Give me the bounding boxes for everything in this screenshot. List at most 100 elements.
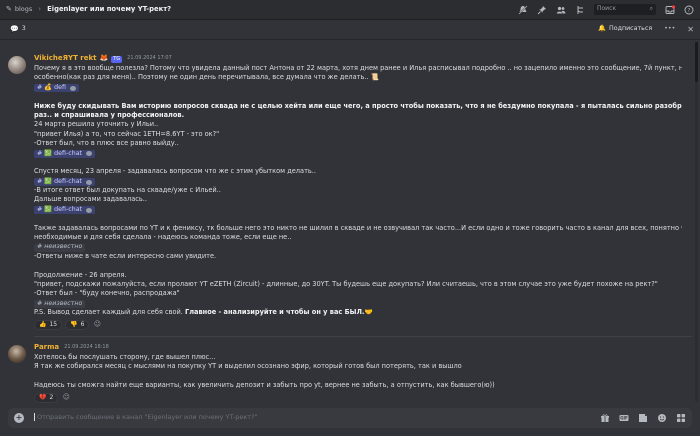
mention-line: # 💹 defi-chat xyxy=(34,149,682,158)
reaction-broken-heart[interactable]: 💔 2 xyxy=(34,393,59,404)
more-options-icon[interactable]: ••• xyxy=(664,25,675,34)
message-text: Также задавалась вопросами по YT и к фен… xyxy=(34,223,682,232)
avatar[interactable] xyxy=(8,345,26,363)
chat-bubble-icon xyxy=(86,179,93,185)
apps-icon[interactable] xyxy=(676,413,686,423)
avatar[interactable] xyxy=(8,56,26,74)
money-emoji-icon: 💰 xyxy=(44,83,53,91)
subscribe-button[interactable]: 🔔 Подписаться xyxy=(598,25,652,34)
search-placeholder: Поиск xyxy=(597,5,617,13)
reaction-thumbs-down[interactable]: 👎 6 xyxy=(65,320,90,331)
add-reaction-icon[interactable]: ☺ xyxy=(61,393,71,403)
message-text: особенно(как раз для меня).. Поэтому не … xyxy=(34,73,682,82)
message-input[interactable]: Отправить сообщение в канал "Eigenlayer … xyxy=(34,413,600,422)
members-icon[interactable] xyxy=(556,5,566,15)
channel-mention-unknown[interactable]: # неизвестно xyxy=(34,243,86,252)
message-text: Хотелось бы послушать сторону, где вышел… xyxy=(34,353,216,361)
chat-bubble-icon xyxy=(86,207,93,213)
mute-bell-icon[interactable] xyxy=(518,5,528,15)
message-text: Дальше вопросами задавалась.. xyxy=(34,195,147,204)
close-icon[interactable]: ✕ xyxy=(687,24,694,35)
mention-label: defi-chat xyxy=(54,205,83,213)
message-text: Спустя месяц, 23 апреля - задавалась воп… xyxy=(34,167,316,176)
inbox-icon[interactable] xyxy=(665,4,675,15)
mention-label: defi-chat xyxy=(54,177,83,185)
scrollbar-track[interactable] xyxy=(695,42,698,402)
threads-icon[interactable] xyxy=(575,5,585,15)
message-text: P.S. Вывод сделает каждый для себя свой.… xyxy=(34,308,682,317)
mention-label: defi xyxy=(54,83,66,91)
mention-line: # 💹 defi-chat xyxy=(34,177,682,187)
broken-heart-icon: 💔 xyxy=(39,393,47,401)
reaction-count: 15 xyxy=(49,320,58,328)
scroll-emoji-icon: 📜 xyxy=(370,73,379,82)
mention-label: defi-chat xyxy=(54,149,83,157)
message-text: Надеюсь ты сможга найти еще варианты, ка… xyxy=(34,381,495,390)
hash-icon: # xyxy=(37,205,43,213)
message-text-bold: Ниже буду скидывать Вам историю вопросов… xyxy=(34,101,682,110)
help-icon[interactable]: ? xyxy=(684,5,694,15)
mention-line: # 💹 defi-chat xyxy=(34,205,682,215)
hash-icon: # xyxy=(37,299,43,307)
message-divider xyxy=(34,336,692,337)
svg-text:GIF: GIF xyxy=(620,416,628,421)
thread-title: Eigenlayer или почему YT-рект? xyxy=(47,4,172,13)
chart-emoji-icon: 💹 xyxy=(44,177,53,185)
message-text: -Ответ был, что в плюс все равно выйду.. xyxy=(34,139,179,148)
message-content: VikicheЯYT rekt 🦊 TG 21.09.2024 17:07 По… xyxy=(34,54,682,331)
message-text-bold: раз.. и спрашивала у профессионалов. xyxy=(34,110,185,119)
mention-line: # неизвестно xyxy=(34,242,682,252)
emoji-picker-icon[interactable] xyxy=(657,413,667,423)
breadcrumb-channel[interactable]: blogs xyxy=(15,5,32,14)
message-text-span: особенно(как раз для меня).. Поэтому не … xyxy=(34,73,369,82)
upload-plus-icon[interactable]: + xyxy=(14,413,24,423)
search-icon: ⌕ xyxy=(649,5,653,13)
thumbs-up-icon: 👍 xyxy=(39,320,47,328)
pin-icon[interactable] xyxy=(537,5,547,15)
tag-badge: TG xyxy=(111,55,123,63)
author-name[interactable]: Parma xyxy=(34,343,59,353)
message-list: VikicheЯYT rekt 🦊 TG 21.09.2024 17:07 По… xyxy=(0,40,700,404)
message-composer[interactable]: + Отправить сообщение в канал "Eigenlaye… xyxy=(8,408,692,428)
author-name[interactable]: VikicheЯYT rekt xyxy=(34,54,97,64)
chat-bubble-icon: 💬 xyxy=(10,24,19,33)
chart-emoji-icon: 💹 xyxy=(44,205,53,213)
hash-icon: # xyxy=(37,243,43,251)
sticker-icon[interactable] xyxy=(638,413,648,423)
text-caret xyxy=(34,413,35,422)
reaction-count: 6 xyxy=(80,320,85,328)
message-text: -Ответ был - "буду конечно, распродажа" xyxy=(34,289,180,298)
message-count: 3 xyxy=(21,25,26,33)
search-input[interactable]: Поиск ⌕ xyxy=(594,4,656,15)
timestamp: 21.09.2024 17:07 xyxy=(127,55,172,62)
hash-icon: # xyxy=(37,149,43,157)
reaction-thumbs-up[interactable]: 👍 15 xyxy=(34,320,63,331)
add-reaction-icon[interactable]: ☺ xyxy=(92,320,102,330)
mention-label: неизвестно xyxy=(44,299,83,307)
message-text: необходимые и для себя сделала - надеюсь… xyxy=(34,233,292,242)
message-text: Почему я в это вообще полезла? Потому чт… xyxy=(34,64,682,72)
breadcrumb-separator-icon: › xyxy=(38,4,42,13)
channel-mention-defi-chat[interactable]: # 💹 defi-chat xyxy=(34,205,96,215)
message-count-chip[interactable]: 💬 3 xyxy=(6,25,30,35)
channel-mention-defi-chat[interactable]: # 💹 defi-chat xyxy=(34,177,96,187)
hash-icon: # xyxy=(37,177,43,185)
role-icon: 🦊 xyxy=(99,54,109,63)
gift-icon[interactable] xyxy=(600,413,610,423)
chat-bubble-icon xyxy=(69,85,76,91)
message-text-span: P.S. Вывод сделает каждый для себя свой. xyxy=(34,308,183,317)
gif-icon[interactable]: GIF xyxy=(619,413,629,423)
scrollbar-thumb[interactable] xyxy=(695,42,698,82)
channel-mention-unknown[interactable]: # неизвестно xyxy=(34,299,86,309)
reactions-bar: 💔 2 ☺ xyxy=(34,393,682,404)
channel-mention-defi-chat[interactable]: # 💹 defi-chat xyxy=(34,149,96,158)
channel-mention-defi[interactable]: # 💰 defi xyxy=(34,83,79,93)
reactions-bar: 👍 15 👎 6 ☺ xyxy=(34,320,682,331)
timestamp: 21.09.2024 18:18 xyxy=(64,344,109,351)
chart-emoji-icon: 💹 xyxy=(44,149,53,157)
bell-icon: 🔔 xyxy=(598,25,607,33)
message-content: Parma 21.09.2024 18:18 Хотелось бы послу… xyxy=(34,343,682,404)
